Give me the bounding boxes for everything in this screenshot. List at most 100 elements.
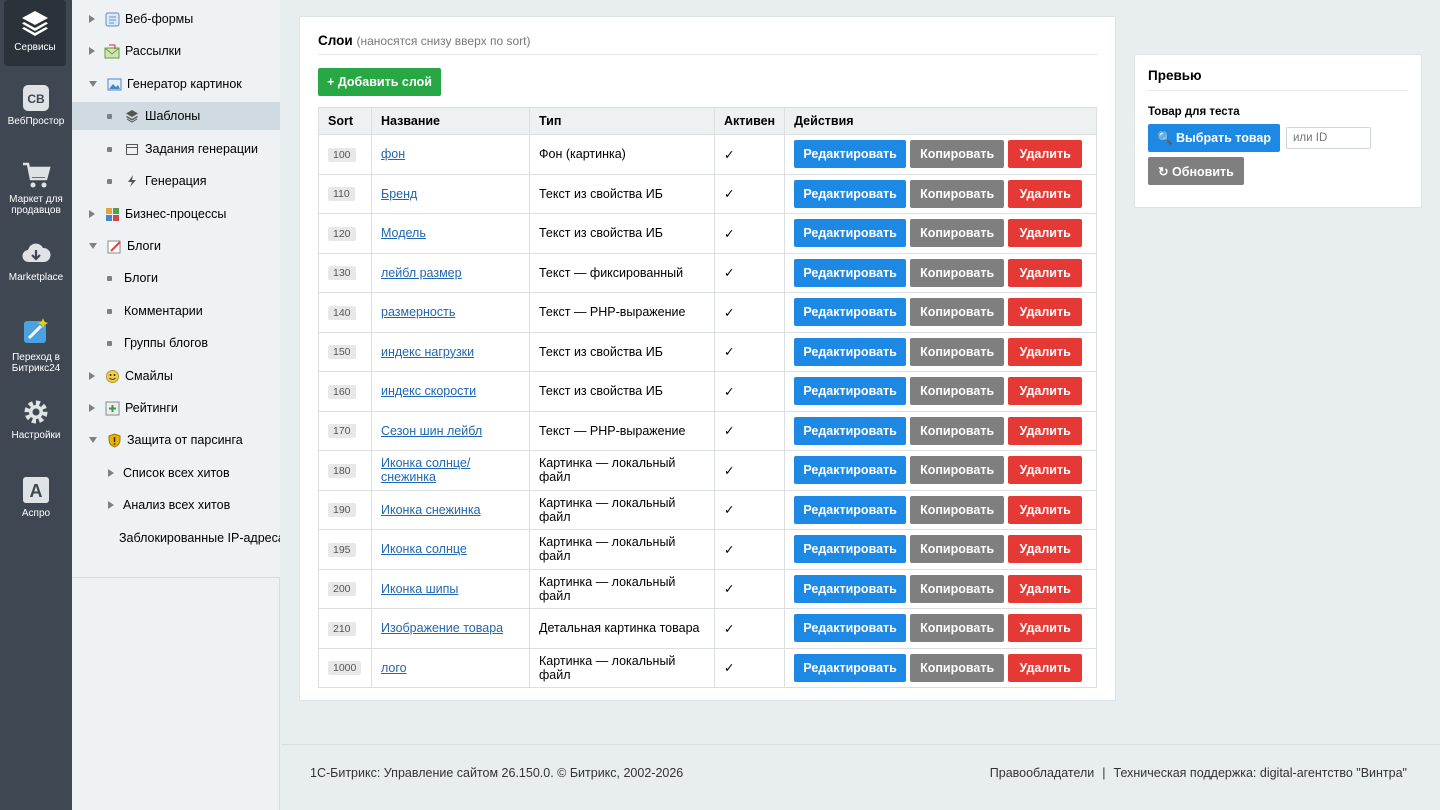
copy-button[interactable]: Копировать — [910, 140, 1005, 169]
copy-button[interactable]: Копировать — [910, 219, 1005, 248]
delete-button[interactable]: Удалить — [1008, 535, 1083, 564]
column-header-sort[interactable]: Sort — [318, 107, 372, 135]
menu-item-ratings[interactable]: Рейтинги — [72, 394, 280, 422]
menu-item-image-generator[interactable]: Генератор картинок — [72, 70, 280, 98]
column-header-type[interactable]: Тип — [529, 107, 715, 135]
edit-button[interactable]: Редактировать — [794, 140, 907, 169]
menu-item-hits-analysis[interactable]: Анализ всех хитов — [72, 491, 280, 519]
collapse-arrow-icon[interactable] — [89, 243, 97, 249]
layer-name-link[interactable]: размерность — [381, 305, 455, 319]
menu-item-generation-tasks[interactable]: Задания генерации — [72, 135, 280, 163]
delete-button[interactable]: Удалить — [1008, 614, 1083, 643]
copy-button[interactable]: Копировать — [910, 653, 1005, 682]
choose-product-button[interactable]: 🔍 Выбрать товар — [1148, 124, 1280, 152]
layer-name-link[interactable]: фон — [381, 147, 405, 161]
product-id-input[interactable] — [1286, 127, 1371, 149]
toolbar-item-market[interactable]: Маркет для продавцов — [0, 160, 72, 216]
layer-name-link[interactable]: Иконка солнце/снежинка — [381, 456, 470, 484]
delete-button[interactable]: Удалить — [1008, 416, 1083, 445]
layer-name-link[interactable]: индекс нагрузки — [381, 345, 474, 359]
menu-item-blocked-ips[interactable]: Заблокированные IP-адреса — [72, 524, 280, 552]
expand-arrow-icon[interactable] — [108, 469, 114, 477]
edit-button[interactable]: Редактировать — [794, 653, 907, 682]
copy-button[interactable]: Копировать — [910, 535, 1005, 564]
edit-button[interactable]: Редактировать — [794, 614, 907, 643]
toolbar-item-webprostor[interactable]: CB ВебПростор — [0, 84, 72, 127]
copy-button[interactable]: Копировать — [910, 614, 1005, 643]
expand-arrow-icon[interactable] — [89, 404, 95, 412]
delete-button[interactable]: Удалить — [1008, 495, 1083, 524]
copy-button[interactable]: Копировать — [910, 337, 1005, 366]
column-header-active[interactable]: Активен — [713, 107, 786, 135]
delete-button[interactable]: Удалить — [1008, 298, 1083, 327]
copy-button[interactable]: Копировать — [910, 456, 1005, 485]
copy-button[interactable]: Копировать — [910, 495, 1005, 524]
edit-button[interactable]: Редактировать — [794, 219, 907, 248]
menu-item-webforms[interactable]: Веб-формы — [72, 5, 280, 33]
toolbar-item-services[interactable]: Сервисы — [4, 0, 66, 66]
layer-name-link[interactable]: Бренд — [381, 187, 417, 201]
delete-button[interactable]: Удалить — [1008, 456, 1083, 485]
edit-button[interactable]: Редактировать — [794, 179, 907, 208]
support-link[interactable]: Техническая поддержка: digital-агентство… — [1114, 766, 1407, 780]
layer-name-link[interactable]: Изображение товара — [381, 621, 503, 635]
collapse-arrow-icon[interactable] — [89, 81, 97, 87]
layer-name-link[interactable]: лого — [381, 661, 407, 675]
layer-name-link[interactable]: лейбл размер — [381, 266, 462, 280]
menu-item-parsing-protection[interactable]: Защита от парсинга — [72, 426, 280, 454]
menu-item-business-processes[interactable]: Бизнес-процессы — [72, 200, 280, 228]
edit-button[interactable]: Редактировать — [794, 377, 907, 406]
expand-arrow-icon[interactable] — [89, 372, 95, 380]
expand-arrow-icon[interactable] — [89, 15, 95, 23]
expand-arrow-icon[interactable] — [89, 47, 95, 55]
menu-item-generation[interactable]: Генерация — [72, 167, 280, 195]
layer-name-link[interactable]: Иконка снежинка — [381, 503, 481, 517]
toolbar-item-bitrix24[interactable]: Переход в Битрикс24 — [0, 316, 72, 374]
layer-name-link[interactable]: индекс скорости — [381, 384, 476, 398]
expand-arrow-icon[interactable] — [89, 210, 95, 218]
copy-button[interactable]: Копировать — [910, 258, 1005, 287]
toolbar-item-marketplace[interactable]: Marketplace — [0, 240, 72, 283]
copy-button[interactable]: Копировать — [910, 416, 1005, 445]
layer-name-link[interactable]: Модель — [381, 226, 426, 240]
layer-name-link[interactable]: Сезон шин лейбл — [381, 424, 482, 438]
copy-button[interactable]: Копировать — [910, 179, 1005, 208]
copy-button[interactable]: Копировать — [910, 574, 1005, 603]
menu-item-blog-groups[interactable]: Группы блогов — [72, 329, 280, 357]
toolbar-item-settings[interactable]: Настройки — [0, 398, 72, 441]
menu-item-smiles[interactable]: Смайлы — [72, 362, 280, 390]
edit-button[interactable]: Редактировать — [794, 456, 907, 485]
edit-button[interactable]: Редактировать — [794, 416, 907, 445]
layer-name-link[interactable]: Иконка солнце — [381, 542, 467, 556]
delete-button[interactable]: Удалить — [1008, 258, 1083, 287]
edit-button[interactable]: Редактировать — [794, 298, 907, 327]
column-header-name[interactable]: Название — [371, 107, 530, 135]
delete-button[interactable]: Удалить — [1008, 179, 1083, 208]
edit-button[interactable]: Редактировать — [794, 258, 907, 287]
delete-button[interactable]: Удалить — [1008, 140, 1083, 169]
edit-button[interactable]: Редактировать — [794, 535, 907, 564]
menu-item-blogs[interactable]: Блоги — [72, 232, 280, 260]
delete-button[interactable]: Удалить — [1008, 337, 1083, 366]
delete-button[interactable]: Удалить — [1008, 653, 1083, 682]
rights-link[interactable]: Правообладатели — [990, 766, 1095, 780]
collapse-arrow-icon[interactable] — [89, 437, 97, 443]
copy-button[interactable]: Копировать — [910, 377, 1005, 406]
delete-button[interactable]: Удалить — [1008, 377, 1083, 406]
menu-item-comments[interactable]: Комментарии — [72, 297, 280, 325]
menu-item-mailing[interactable]: Рассылки — [72, 37, 280, 65]
delete-button[interactable]: Удалить — [1008, 219, 1083, 248]
menu-item-all-hits[interactable]: Список всех хитов — [72, 459, 280, 487]
add-layer-button[interactable]: + Добавить слой — [318, 68, 441, 96]
menu-item-blogs-list[interactable]: Блоги — [72, 264, 280, 292]
edit-button[interactable]: Редактировать — [794, 495, 907, 524]
edit-button[interactable]: Редактировать — [794, 574, 907, 603]
menu-item-templates[interactable]: Шаблоны — [72, 102, 280, 130]
refresh-button[interactable]: ↻ Обновить — [1148, 157, 1244, 185]
layer-name-link[interactable]: Иконка шипы — [381, 582, 458, 596]
toolbar-item-aspro[interactable]: A Аспро — [0, 476, 72, 519]
copy-button[interactable]: Копировать — [910, 298, 1005, 327]
delete-button[interactable]: Удалить — [1008, 574, 1083, 603]
edit-button[interactable]: Редактировать — [794, 337, 907, 366]
expand-arrow-icon[interactable] — [108, 501, 114, 509]
